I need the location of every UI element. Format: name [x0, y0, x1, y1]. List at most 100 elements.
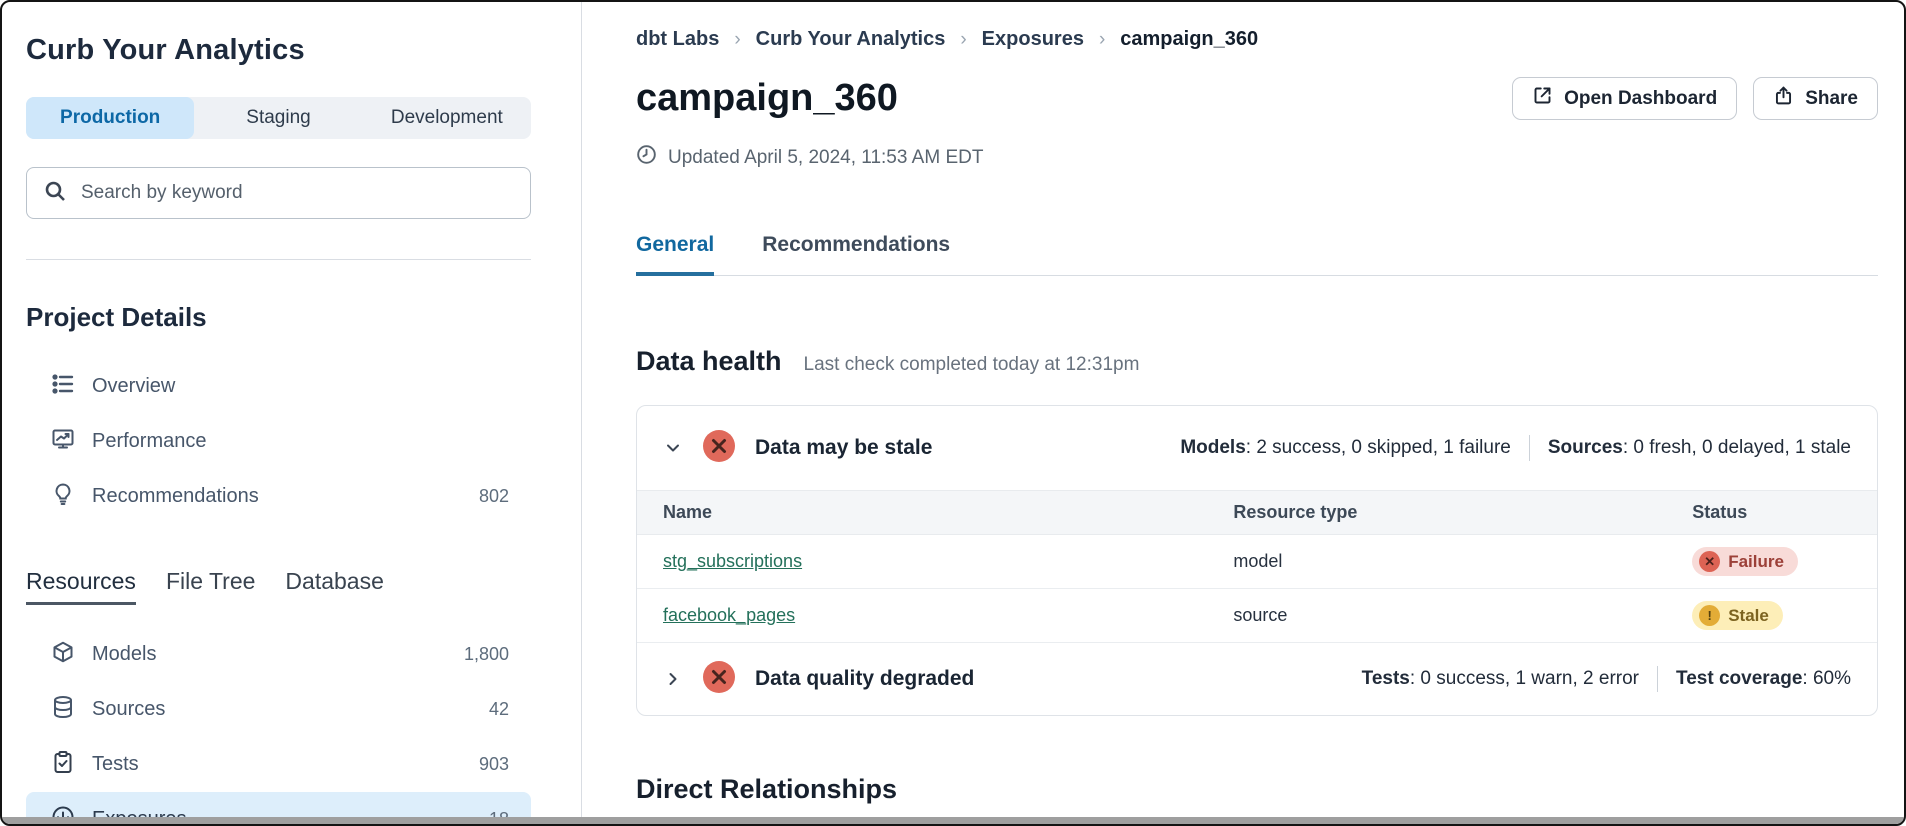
page-title: campaign_360 — [636, 77, 898, 120]
share-label: Share — [1805, 88, 1858, 110]
data-health-table: Name Resource type Status stg_subscripti… — [637, 490, 1877, 643]
breadcrumb: dbt Labs › Curb Your Analytics › Exposur… — [636, 28, 1878, 51]
cube-icon — [51, 640, 75, 670]
share-button[interactable]: Share — [1753, 77, 1878, 120]
sources-summary: Sources: 0 fresh, 0 delayed, 1 stale — [1548, 437, 1851, 459]
open-dashboard-button[interactable]: Open Dashboard — [1512, 77, 1737, 120]
search-input[interactable] — [81, 182, 514, 204]
breadcrumb-separator: › — [1099, 29, 1105, 51]
failure-x-icon: ✕ — [1699, 551, 1720, 572]
sidebar-item-recommendations[interactable]: Recommendations 802 — [26, 469, 531, 524]
search-icon — [43, 179, 67, 208]
resource-view-tabs: Resources File Tree Database — [26, 568, 531, 605]
updated-text: Updated April 5, 2024, 11:53 AM EDT — [668, 147, 983, 169]
breadcrumb-separator: › — [734, 29, 740, 51]
detail-tabs: General Recommendations — [636, 233, 1878, 276]
main-content: dbt Labs › Curb Your Analytics › Exposur… — [582, 2, 1904, 824]
quality-section-left: Data quality degraded — [663, 660, 974, 699]
tests-summary: Tests: 0 success, 1 warn, 2 error — [1362, 668, 1639, 690]
performance-chart-icon — [51, 427, 75, 457]
search-box[interactable] — [26, 167, 531, 219]
item-count: 903 — [479, 754, 509, 775]
models-summary: Models: 2 success, 0 skipped, 1 failure — [1180, 437, 1511, 459]
env-tab-staging[interactable]: Staging — [194, 97, 362, 139]
breadcrumb-separator: › — [960, 29, 966, 51]
list-icon — [51, 372, 75, 402]
column-header-name: Name — [637, 491, 1207, 535]
lightbulb-icon — [51, 482, 75, 512]
item-count: 802 — [479, 486, 509, 507]
table-row: stg_subscriptions model ✕ Failure — [637, 535, 1877, 589]
resource-link[interactable]: facebook_pages — [663, 605, 795, 625]
external-link-icon — [1532, 85, 1553, 112]
environment-switcher: Production Staging Development — [26, 97, 531, 139]
error-circle-icon — [702, 429, 736, 468]
tab-recommendations[interactable]: Recommendations — [762, 233, 950, 276]
clock-icon — [636, 144, 657, 171]
chevron-right-icon[interactable] — [663, 669, 683, 689]
stale-section-header: Data may be stale Models: 2 success, 0 s… — [637, 406, 1877, 490]
data-health-heading: Data health — [636, 346, 782, 377]
item-count: 1,800 — [464, 644, 509, 665]
sidebar-item-label: Overview — [92, 375, 175, 398]
status-badge-stale: ! Stale — [1692, 601, 1783, 630]
status-label: Stale — [1728, 606, 1769, 626]
project-details-heading: Project Details — [26, 302, 531, 333]
data-health-card: Data may be stale Models: 2 success, 0 s… — [636, 405, 1878, 716]
sidebar-item-tests[interactable]: Tests 903 — [26, 737, 531, 792]
resource-link[interactable]: stg_subscriptions — [663, 551, 802, 571]
sidebar-item-performance[interactable]: Performance — [26, 414, 531, 469]
updated-timestamp: Updated April 5, 2024, 11:53 AM EDT — [636, 144, 1878, 171]
database-icon — [51, 695, 75, 725]
breadcrumb-exposures[interactable]: Exposures — [982, 28, 1084, 51]
coverage-summary: Test coverage: 60% — [1676, 668, 1851, 690]
quality-section-title: Data quality degraded — [755, 667, 974, 691]
project-title: Curb Your Analytics — [26, 34, 531, 67]
env-tab-development[interactable]: Development — [363, 97, 531, 139]
sidebar-item-label: Sources — [92, 698, 165, 721]
sidebar-item-label: Tests — [92, 753, 139, 776]
window-bottom-edge — [2, 817, 1904, 824]
item-count: 42 — [489, 699, 509, 720]
breadcrumb-current: campaign_360 — [1120, 28, 1258, 51]
error-circle-icon — [702, 660, 736, 699]
title-row: campaign_360 Open Dashboard Share — [636, 77, 1878, 120]
tab-file-tree[interactable]: File Tree — [166, 568, 255, 605]
sidebar-item-overview[interactable]: Overview — [26, 359, 531, 414]
status-badge-failure: ✕ Failure — [1692, 547, 1798, 576]
table-header-row: Name Resource type Status — [637, 491, 1877, 535]
stale-warning-icon: ! — [1699, 605, 1720, 626]
sidebar-item-sources[interactable]: Sources 42 — [26, 682, 531, 737]
stale-section-left: Data may be stale — [663, 429, 932, 468]
summary-divider — [1529, 435, 1530, 461]
column-header-status: Status — [1666, 491, 1877, 535]
status-label: Failure — [1728, 552, 1784, 572]
resource-type-cell: model — [1207, 535, 1666, 589]
breadcrumb-dbt-labs[interactable]: dbt Labs — [636, 28, 719, 51]
summary-divider — [1657, 666, 1658, 692]
direct-relationships-heading: Direct Relationships — [636, 774, 1878, 805]
clipboard-check-icon — [51, 750, 75, 780]
sidebar-item-label: Models — [92, 643, 156, 666]
data-health-header: Data health Last check completed today a… — [636, 346, 1878, 377]
env-tab-production[interactable]: Production — [26, 97, 194, 139]
tab-resources[interactable]: Resources — [26, 568, 136, 605]
share-icon — [1773, 85, 1794, 112]
open-dashboard-label: Open Dashboard — [1564, 88, 1717, 110]
sidebar-item-label: Performance — [92, 430, 207, 453]
breadcrumb-project[interactable]: Curb Your Analytics — [756, 28, 946, 51]
stale-section-title: Data may be stale — [755, 436, 932, 460]
page-actions: Open Dashboard Share — [1512, 77, 1878, 120]
stale-section-summary: Models: 2 success, 0 skipped, 1 failure … — [1180, 435, 1851, 461]
column-header-resource-type: Resource type — [1207, 491, 1666, 535]
quality-section-header: Data quality degraded Tests: 0 success, … — [637, 643, 1877, 715]
sidebar-item-label: Recommendations — [92, 485, 259, 508]
chevron-down-icon[interactable] — [663, 438, 683, 458]
last-check-text: Last check completed today at 12:31pm — [804, 354, 1140, 376]
sidebar-item-models[interactable]: Models 1,800 — [26, 627, 531, 682]
tab-general[interactable]: General — [636, 233, 714, 276]
sidebar: Curb Your Analytics Production Staging D… — [2, 2, 582, 824]
app-window: Curb Your Analytics Production Staging D… — [0, 0, 1906, 826]
tab-database[interactable]: Database — [285, 568, 383, 605]
resource-type-cell: source — [1207, 589, 1666, 643]
